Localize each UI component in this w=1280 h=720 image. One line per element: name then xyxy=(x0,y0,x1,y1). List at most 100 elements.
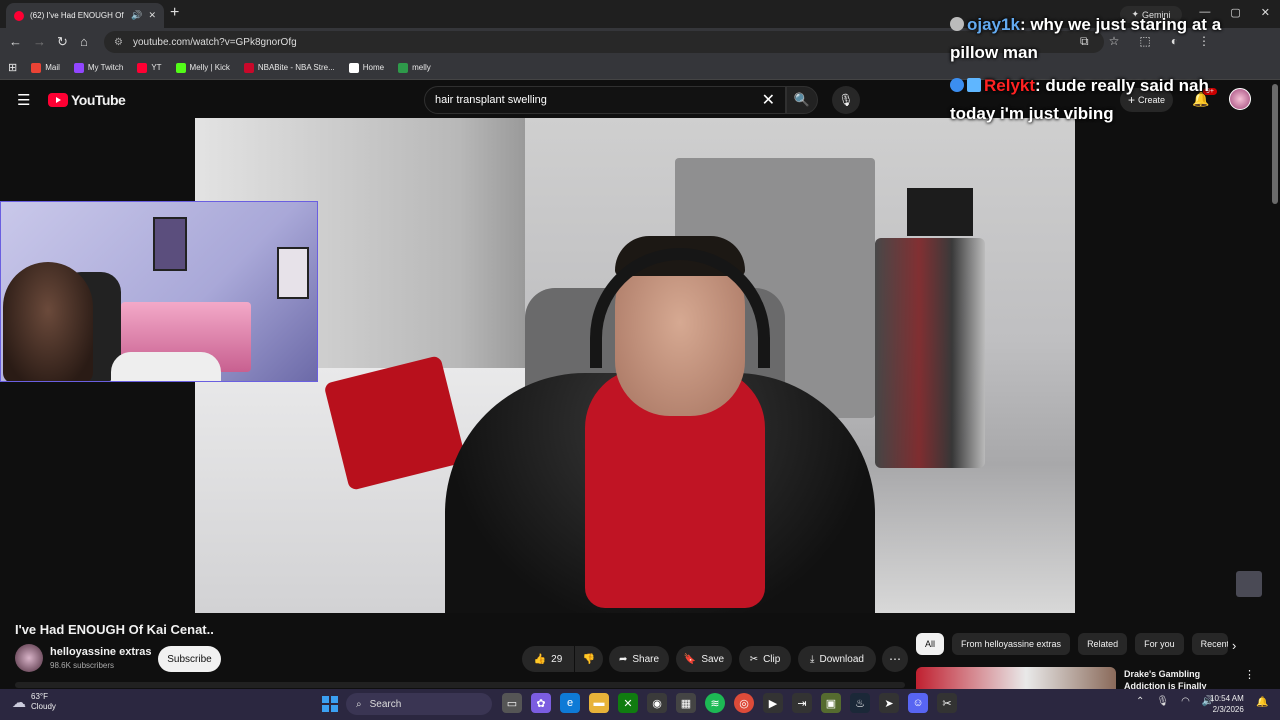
chip-recent[interactable]: Recent xyxy=(1191,633,1228,655)
chat-username: ojay1k xyxy=(967,15,1020,34)
chip-all[interactable]: All xyxy=(916,633,945,655)
youtube-logo[interactable]: YouTube xyxy=(48,92,126,108)
bookmark-nbabite[interactable]: NBABite - NBA Stre... xyxy=(243,62,335,73)
melly-icon xyxy=(398,62,409,73)
snipping-icon[interactable]: ✂ xyxy=(937,693,957,713)
browser-tab[interactable]: (62) I've Had ENOUGH Of K 🔊 ✕ xyxy=(6,3,164,28)
sub-badge-icon xyxy=(967,78,981,92)
bookmark-melly[interactable]: melly xyxy=(398,62,431,73)
chip-related[interactable]: Related xyxy=(1078,633,1128,655)
store-icon[interactable]: ▦ xyxy=(676,693,696,713)
bookmark-home[interactable]: Home xyxy=(348,62,384,73)
video-scene-tv xyxy=(907,188,973,236)
taskbar-search[interactable]: ⌕ Search xyxy=(346,693,492,715)
edge-icon[interactable]: e xyxy=(560,693,580,713)
task-view-icon[interactable]: ▭ xyxy=(502,693,522,713)
windows-start-icon[interactable] xyxy=(322,696,338,712)
apps-grid-icon[interactable]: ⊞ xyxy=(8,61,17,74)
search-button[interactable]: 🔍 xyxy=(786,86,818,114)
reload-icon[interactable]: ↻ xyxy=(57,34,68,50)
new-tab-button[interactable]: + xyxy=(170,4,179,22)
download-button[interactable]: ⤓ Download xyxy=(798,646,876,672)
chat-message-1: ojay1k: why we just staring at a pillow … xyxy=(950,11,1240,67)
tab-close-icon[interactable]: ✕ xyxy=(148,10,156,21)
chevron-right-icon[interactable]: › xyxy=(1232,638,1236,653)
wifi-icon[interactable]: ◠ xyxy=(1181,696,1190,707)
clip-button[interactable]: ✂ Clip xyxy=(739,646,791,672)
back-icon[interactable]: ← xyxy=(9,34,22,49)
home-icon[interactable]: ⌂ xyxy=(80,34,88,49)
clock-date: 2/3/2026 xyxy=(1212,705,1244,714)
nba-icon xyxy=(243,62,254,73)
youtube-icon xyxy=(137,62,148,73)
file-explorer-icon[interactable]: ▬ xyxy=(589,693,609,713)
download-icon: ⤓ xyxy=(810,653,815,665)
minecraft-icon[interactable]: ▣ xyxy=(821,693,841,713)
like-button[interactable]: 👍 29 xyxy=(522,646,574,672)
more-actions-icon[interactable]: ⋯ xyxy=(882,646,908,672)
save-label: Save xyxy=(701,653,725,665)
bookmark-twitch[interactable]: My Twitch xyxy=(73,62,124,73)
forward-icon[interactable]: → xyxy=(33,34,46,49)
search-input[interactable]: hair transplant swelling ✕ xyxy=(424,86,786,114)
channel-name[interactable]: helloyassine extras xyxy=(50,646,152,658)
chrome-icon[interactable]: ◎ xyxy=(734,693,754,713)
clip-label: Clip xyxy=(763,653,781,665)
thumbs-down-icon: 👎 xyxy=(582,653,596,665)
app-icon[interactable]: ⇥ xyxy=(792,693,812,713)
recommended-video-title[interactable]: Drake's Gambling Addiction is Finally xyxy=(1124,668,1234,689)
cloud-icon: ☁ xyxy=(12,693,26,710)
subscribe-button[interactable]: Subscribe xyxy=(158,646,221,672)
spotify-icon[interactable]: ≋ xyxy=(705,693,725,713)
description-box-edge xyxy=(15,682,905,688)
obs-icon[interactable]: ◉ xyxy=(647,693,667,713)
weather-widget[interactable]: ☁ 63°F Cloudy xyxy=(12,692,56,712)
weather-condition: Cloudy xyxy=(31,702,56,711)
clear-search-icon[interactable]: ✕ xyxy=(762,90,775,110)
mail-icon xyxy=(31,62,42,73)
bookmark-label: My Twitch xyxy=(87,63,124,72)
recommended-more-icon[interactable]: ⋮ xyxy=(1244,668,1255,681)
video-scene-clothes-rack xyxy=(875,238,985,468)
window-close-icon[interactable]: ✕ xyxy=(1261,6,1270,19)
recommended-video-thumbnail[interactable] xyxy=(916,667,1116,689)
mic-icon: 🎙 xyxy=(838,93,854,107)
taskbar-clock[interactable]: 10:54 AM 2/3/2026 xyxy=(1210,693,1244,715)
video-player[interactable] xyxy=(195,118,1075,613)
address-url: youtube.com/watch?v=GPk8gnorOfg xyxy=(132,36,297,48)
bookmark-mail[interactable]: Mail xyxy=(31,62,60,73)
bookmark-kick[interactable]: Melly | Kick xyxy=(175,62,230,73)
telegram-icon[interactable]: ➤ xyxy=(879,693,899,713)
bookmark-label: melly xyxy=(412,63,431,72)
chip-for-you[interactable]: For you xyxy=(1135,633,1184,655)
download-label: Download xyxy=(819,653,864,665)
media-player-icon[interactable]: ▶ xyxy=(763,693,783,713)
bookmark-yt[interactable]: YT xyxy=(137,62,162,73)
bookmark-label: YT xyxy=(151,63,162,72)
xbox-icon[interactable]: ✕ xyxy=(618,693,638,713)
save-button[interactable]: 🔖 Save xyxy=(676,646,732,672)
steam-icon[interactable]: ♨ xyxy=(850,693,870,713)
chat-username: Relykt xyxy=(984,76,1036,95)
tray-chevron-icon[interactable]: ⌃ xyxy=(1136,696,1144,707)
tab-audio-icon[interactable]: 🔊 xyxy=(131,10,142,21)
page-scrollbar[interactable] xyxy=(1272,84,1278,204)
share-label: Share xyxy=(632,653,660,665)
youtube-favicon-icon xyxy=(14,10,24,21)
chip-from-channel[interactable]: From helloyassine extras xyxy=(952,633,1071,655)
dislike-button[interactable]: 👎 xyxy=(575,646,603,672)
share-button[interactable]: ➦ Share xyxy=(609,646,669,672)
hamburger-menu-icon[interactable]: ☰ xyxy=(17,91,30,109)
youtube-play-icon xyxy=(48,93,68,107)
site-info-icon[interactable]: ⚙ xyxy=(114,37,123,48)
copilot-icon[interactable]: ✿ xyxy=(531,693,551,713)
webcam-streamer xyxy=(3,262,93,381)
channel-avatar[interactable] xyxy=(15,644,43,672)
tab-title: (62) I've Had ENOUGH Of K xyxy=(30,11,126,20)
tray-mic-icon[interactable]: 🎙 xyxy=(1156,696,1169,707)
channel-watermark-icon[interactable] xyxy=(1236,571,1262,597)
discord-icon[interactable]: ☺ xyxy=(908,693,928,713)
notification-center-icon[interactable]: 🔔 xyxy=(1256,697,1268,708)
subscriber-count: 98.6K subscribers xyxy=(50,661,115,670)
voice-search-button[interactable]: 🎙 xyxy=(832,86,860,114)
